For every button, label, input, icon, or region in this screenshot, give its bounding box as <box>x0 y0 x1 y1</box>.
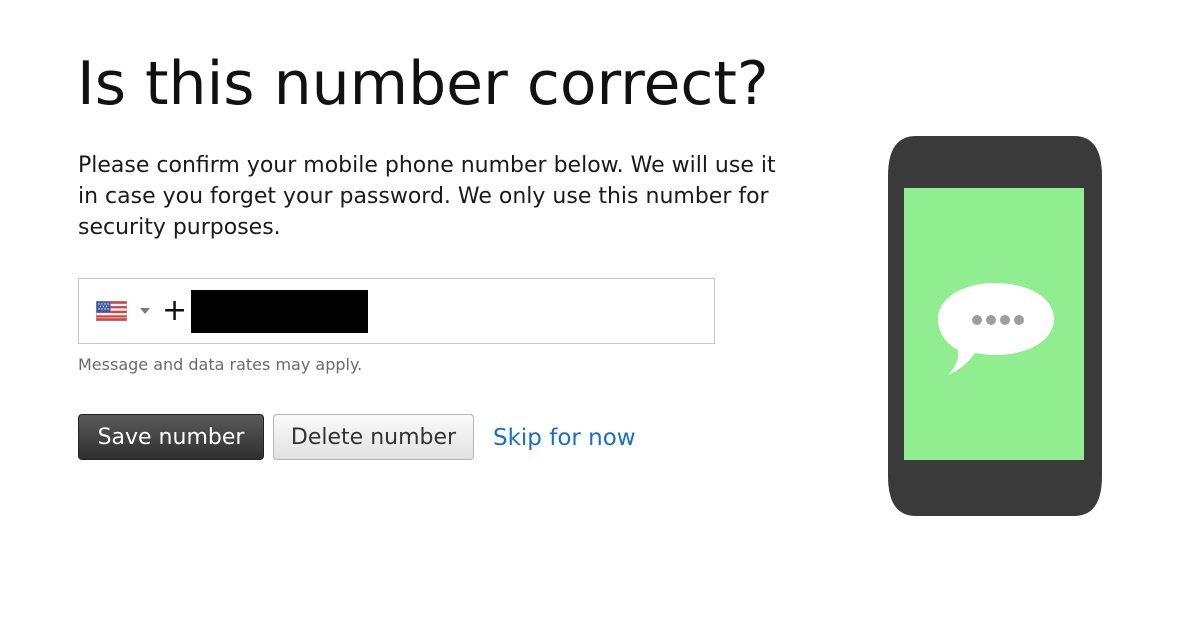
page-title: Is this number correct? <box>77 49 769 119</box>
delete-number-button[interactable]: Delete number <box>273 414 474 460</box>
phone-number-field: + <box>78 278 715 344</box>
rates-note: Message and data rates may apply. <box>78 355 363 374</box>
skip-for-now-link[interactable]: Skip for now <box>493 422 636 454</box>
phone-number-input[interactable] <box>191 289 714 333</box>
phone-message-icon <box>888 136 1102 516</box>
us-flag-icon <box>96 301 127 321</box>
description-text: Please confirm your mobile phone number … <box>78 153 776 240</box>
chevron-down-icon[interactable] <box>140 308 150 314</box>
country-code-prefix: + <box>162 293 188 328</box>
country-code-select[interactable] <box>96 291 150 331</box>
save-number-button[interactable]: Save number <box>78 414 264 460</box>
redacted-phone-number <box>191 289 369 333</box>
